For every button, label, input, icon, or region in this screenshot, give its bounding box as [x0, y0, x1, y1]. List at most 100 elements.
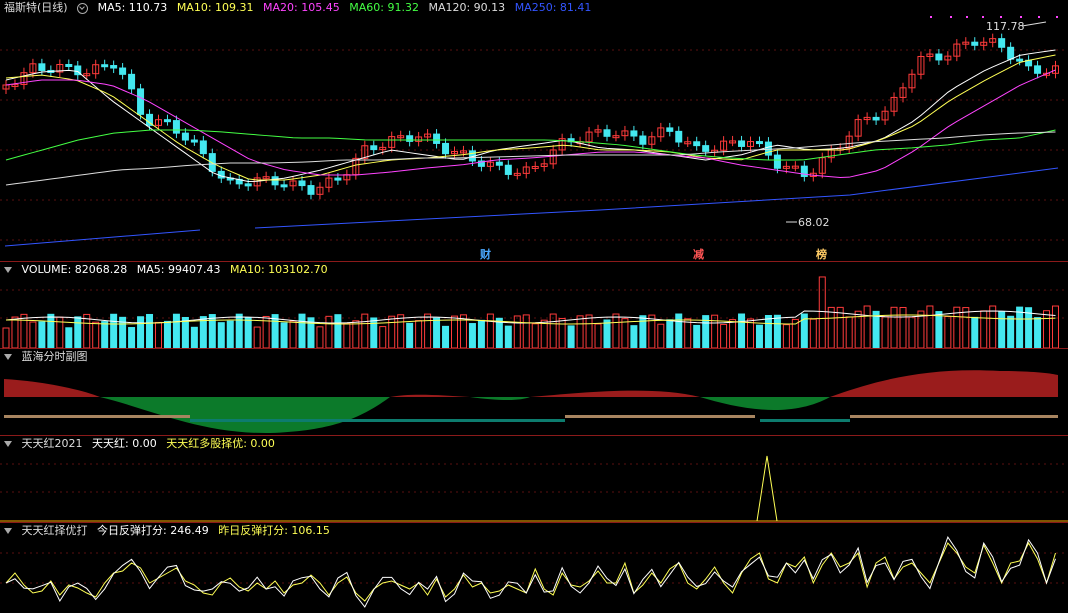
volume-bar — [720, 323, 728, 349]
volume-bar — [980, 310, 988, 349]
ma250-line — [4, 229, 201, 247]
volume-bar — [908, 316, 916, 349]
badge-list[interactable]: 榜 — [816, 246, 827, 262]
price-chart[interactable]: 117.78 68.02 — [0, 0, 1068, 262]
signal-dot — [1000, 16, 1002, 18]
volume-bar — [971, 316, 979, 349]
candle-body — [693, 141, 701, 147]
volume-bar — [190, 326, 198, 349]
volume-bar — [486, 313, 494, 349]
badge-reduce[interactable]: 减 — [693, 246, 704, 262]
candle-body — [800, 165, 808, 177]
volume-bar — [235, 313, 243, 349]
lanhai-green-area — [470, 397, 530, 400]
ttred-chart[interactable] — [0, 436, 1068, 522]
candle-body — [101, 64, 109, 68]
volume-bar — [280, 322, 288, 349]
volume-bar — [334, 314, 342, 349]
volume-bar — [666, 319, 674, 349]
volume-bar — [468, 323, 476, 349]
volume-bar — [110, 313, 118, 349]
volume-bar — [244, 317, 252, 349]
volume-bar — [253, 326, 261, 349]
volume-bar — [361, 313, 369, 349]
volume-bar — [316, 326, 324, 349]
volume-bar — [612, 313, 620, 349]
volume-bar — [531, 323, 539, 349]
high-price-label: 117.78 — [986, 20, 1025, 33]
lanhai-green-area — [700, 397, 830, 411]
volume-bar — [226, 320, 234, 349]
volume-bar — [128, 327, 136, 349]
volume-bar — [630, 325, 638, 349]
candle-body — [1007, 46, 1015, 60]
volume-bar — [92, 321, 100, 349]
signal-dot — [966, 16, 968, 18]
volume-bar — [442, 325, 450, 349]
volume-bar — [47, 313, 55, 349]
score-chart[interactable] — [0, 523, 1068, 613]
volume-bar — [522, 314, 530, 349]
volume-bar — [863, 305, 871, 349]
candle-body — [406, 135, 414, 142]
volume-bar — [549, 313, 557, 349]
volume-chart[interactable] — [0, 262, 1068, 349]
volume-bar — [29, 321, 37, 349]
volume-bar — [477, 319, 485, 349]
volume-bar — [809, 318, 817, 349]
signal-dot — [1020, 16, 1022, 18]
low-price-label: 68.02 — [798, 216, 830, 229]
volume-bar — [567, 325, 575, 349]
ttscore-panel[interactable]: 天天红择优打 今日反弹打分: 246.49 昨日反弹打分: 106.15 — [0, 523, 1068, 613]
volume-bar — [343, 322, 351, 349]
candle-body — [110, 65, 118, 69]
signal-dot — [930, 16, 932, 18]
candle-body — [119, 67, 127, 75]
volume-bar — [998, 311, 1006, 349]
volume-panel[interactable]: VOLUME: 82068.28 MA5: 99407.43 MA10: 103… — [0, 262, 1068, 349]
candle-body — [190, 139, 198, 143]
lanhai-chart[interactable] — [0, 349, 1068, 435]
volume-bar — [20, 313, 28, 349]
volume-bar — [163, 320, 171, 349]
volume-bar — [65, 327, 73, 349]
candle-body — [495, 161, 503, 166]
badge-finance[interactable]: 财 — [480, 246, 491, 262]
volume-bar — [433, 317, 441, 349]
candle-body — [1034, 65, 1042, 74]
volume-bar — [540, 319, 548, 349]
volume-bar — [379, 326, 387, 349]
ttred-panel[interactable]: 天天红2021 天天红: 0.00 天天红多股择优: 0.00 — [0, 436, 1068, 522]
volume-bar — [298, 313, 306, 349]
volume-bar — [711, 314, 719, 349]
lanhai-band-teal — [760, 419, 850, 422]
lanhai-band-teal — [190, 419, 320, 422]
volume-bar — [603, 319, 611, 349]
volume-bar — [2, 327, 10, 349]
volume-bar — [872, 310, 880, 349]
lanhai-band-brown — [4, 415, 190, 418]
candle-body — [935, 53, 943, 61]
price-panel[interactable]: 福斯特(日线) MA5: 110.73 MA10: 109.31 MA20: 1… — [0, 0, 1068, 262]
volume-bar — [154, 321, 162, 349]
ma5-line — [5, 49, 1056, 182]
volume-bar — [181, 316, 189, 349]
candle-body — [433, 133, 441, 144]
candle-body — [38, 63, 46, 71]
ma20-line — [5, 69, 1056, 179]
volume-bar — [451, 315, 458, 349]
volume-bar — [558, 317, 566, 349]
volume-bar — [738, 313, 746, 349]
lanhai-panel[interactable]: 蓝海分时副图 — [0, 349, 1068, 435]
candle-body — [280, 184, 288, 188]
candle-body — [442, 142, 450, 155]
lanhai-band-brown — [565, 415, 755, 418]
volume-bar — [1043, 310, 1051, 349]
volume-bar — [325, 315, 333, 349]
volume-bar — [764, 315, 772, 349]
volume-bar — [773, 314, 781, 349]
volume-bar — [899, 306, 907, 349]
candle-body — [738, 140, 746, 147]
candle-body — [172, 120, 180, 134]
candle-body — [370, 145, 378, 151]
